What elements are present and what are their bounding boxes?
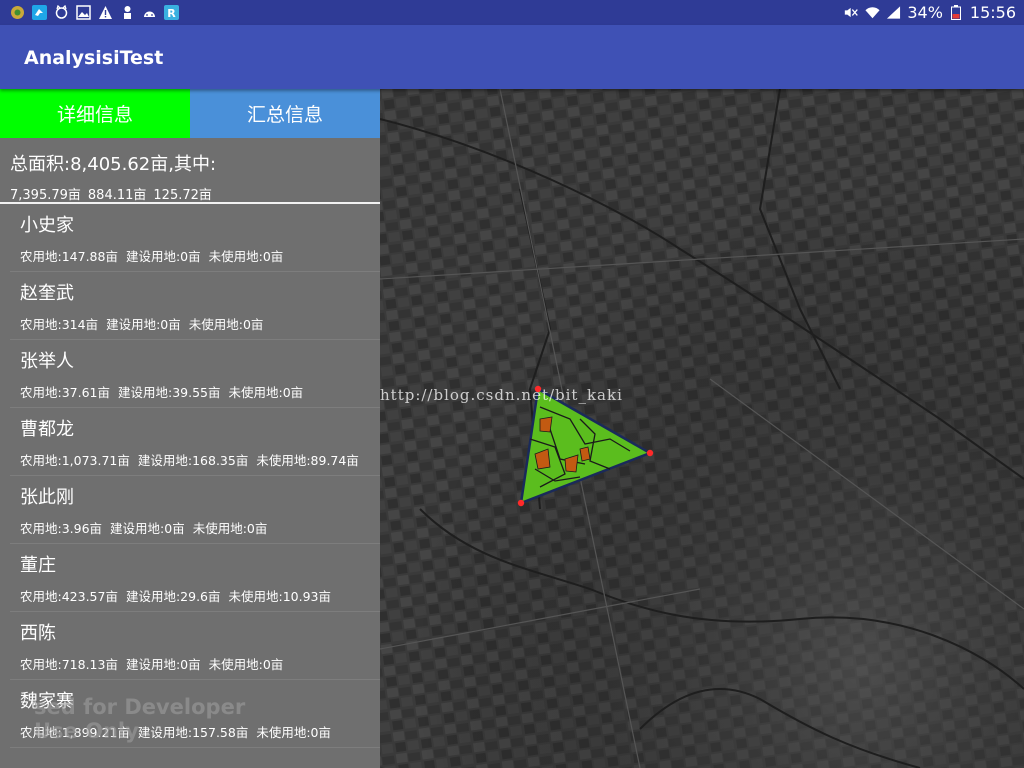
tab-bar: 详细信息 汇总信息 (0, 89, 380, 138)
status-bar: R 34% 15:56 (0, 0, 1024, 25)
village-stats: 农用地:37.61亩 建设用地:39.55亩 未使用地:0亩 (20, 382, 370, 401)
unused-area: 未使用地:10.93亩 (228, 589, 332, 604)
village-name: 西陈 (20, 623, 56, 644)
bird-icon (32, 5, 47, 20)
village-stats: 农用地:314亩 建设用地:0亩 未使用地:0亩 (20, 314, 370, 333)
app-bar: AnalysisiTest (0, 25, 1024, 89)
build-area: 建设用地:29.6亩 (125, 589, 221, 604)
list-item[interactable]: 小史家 农用地:147.88亩 建设用地:0亩 未使用地:0亩 (10, 204, 380, 272)
build-area: 建设用地:0亩 (125, 657, 201, 672)
map-view[interactable]: http://blog.csdn.net/bit_kaki (380, 89, 1024, 768)
signal-icon (886, 5, 901, 20)
system-status: 34% 15:56 (844, 3, 1024, 22)
farm-area: 农用地:423.57亩 (20, 589, 118, 604)
map-canvas[interactable] (380, 89, 1024, 768)
farm-total: 7,395.79亩 (10, 188, 81, 203)
village-stats: 农用地:147.88亩 建设用地:0亩 未使用地:0亩 (20, 246, 370, 265)
list-item[interactable]: 张此刚 农用地:3.96亩 建设用地:0亩 未使用地:0亩 (10, 476, 380, 544)
android-robot-icon (120, 5, 135, 20)
village-stats: 农用地:1,899.21亩 建设用地:157.58亩 未使用地:0亩 (20, 722, 370, 741)
village-stats: 农用地:423.57亩 建设用地:29.6亩 未使用地:10.93亩 (20, 586, 370, 605)
list-item[interactable]: 董庄 农用地:423.57亩 建设用地:29.6亩 未使用地:10.93亩 (10, 544, 380, 612)
village-name: 董庄 (20, 555, 56, 576)
village-name: 赵奎武 (20, 283, 74, 304)
unused-area: 未使用地:89.74亩 (256, 453, 359, 468)
wifi-icon (865, 5, 880, 20)
village-name: 曹都龙 (20, 419, 74, 440)
build-area: 建设用地:0亩 (125, 249, 201, 264)
farm-area: 农用地:1,899.21亩 (20, 725, 130, 740)
svg-text:R: R (167, 7, 176, 20)
village-stats: 农用地:1,073.71亩 建设用地:168.35亩 未使用地:89.74亩 (20, 450, 370, 469)
clock: 15:56 (969, 3, 1016, 22)
image-icon (76, 5, 91, 20)
farm-area: 农用地:314亩 (20, 317, 99, 332)
village-list[interactable]: 小史家 农用地:147.88亩 建设用地:0亩 未使用地:0亩 赵奎武 农用地:… (0, 204, 380, 748)
build-total: 884.11亩 (87, 188, 147, 203)
android-face-icon (142, 5, 157, 20)
notification-icons: R (0, 5, 179, 20)
area-summary: 总面积:8,405.62亩,其中: 7,395.79亩 884.11亩 125.… (0, 138, 380, 204)
battery-percent: 34% (907, 3, 943, 22)
mute-icon (844, 5, 859, 20)
village-stats: 农用地:718.13亩 建设用地:0亩 未使用地:0亩 (20, 654, 370, 673)
farm-area: 农用地:1,073.71亩 (20, 453, 130, 468)
vertex-handle[interactable] (646, 449, 654, 457)
build-area: 建设用地:39.55亩 (118, 385, 221, 400)
unused-area: 未使用地:0亩 (208, 657, 284, 672)
warning-icon (98, 5, 113, 20)
tab-detail-info[interactable]: 详细信息 (0, 89, 190, 138)
build-area: 建设用地:157.58亩 (137, 725, 249, 740)
list-item[interactable]: 曹都龙 农用地:1,073.71亩 建设用地:168.35亩 未使用地:89.7… (10, 408, 380, 476)
vertex-handle[interactable] (517, 499, 525, 507)
build-area: 建设用地:168.35亩 (137, 453, 249, 468)
list-item[interactable]: 魏家寨 农用地:1,899.21亩 建设用地:157.58亩 未使用地:0亩 (10, 680, 380, 748)
unused-area: 未使用地:0亩 (256, 725, 332, 740)
unused-area: 未使用地:0亩 (228, 385, 304, 400)
tab-summary-info[interactable]: 汇总信息 (190, 89, 380, 138)
app-title: AnalysisiTest (24, 47, 164, 69)
village-stats: 农用地:3.96亩 建设用地:0亩 未使用地:0亩 (20, 518, 370, 537)
village-name: 魏家寨 (20, 691, 74, 712)
android-debug-icon (10, 5, 25, 20)
village-name: 张举人 (20, 351, 74, 372)
village-name: 小史家 (20, 215, 74, 236)
battery-icon (949, 5, 964, 20)
unused-total: 125.72亩 (153, 188, 212, 203)
list-item[interactable]: 西陈 农用地:718.13亩 建设用地:0亩 未使用地:0亩 (10, 612, 380, 680)
village-name: 张此刚 (20, 487, 74, 508)
list-item[interactable]: 赵奎武 农用地:314亩 建设用地:0亩 未使用地:0亩 (10, 272, 380, 340)
imagery-shading (380, 89, 1024, 768)
cat-icon (54, 5, 69, 20)
r-app-icon: R (164, 5, 179, 20)
area-breakdown: 7,395.79亩 884.11亩 125.72亩 (10, 184, 370, 203)
farm-area: 农用地:718.13亩 (20, 657, 118, 672)
build-area: 建设用地:0亩 (110, 521, 185, 536)
unused-area: 未使用地:0亩 (208, 249, 284, 264)
unused-area: 未使用地:0亩 (188, 317, 264, 332)
unused-area: 未使用地:0亩 (192, 521, 268, 536)
list-item[interactable]: 张举人 农用地:37.61亩 建设用地:39.55亩 未使用地:0亩 (10, 340, 380, 408)
farm-area: 农用地:147.88亩 (20, 249, 118, 264)
build-area: 建设用地:0亩 (106, 317, 181, 332)
farm-area: 农用地:37.61亩 (20, 385, 110, 400)
info-panel: 详细信息 汇总信息 总面积:8,405.62亩,其中: 7,395.79亩 88… (0, 89, 380, 768)
farm-area: 农用地:3.96亩 (20, 521, 103, 536)
total-area: 总面积:8,405.62亩,其中: (10, 154, 217, 175)
blog-watermark: http://blog.csdn.net/bit_kaki (380, 386, 623, 404)
